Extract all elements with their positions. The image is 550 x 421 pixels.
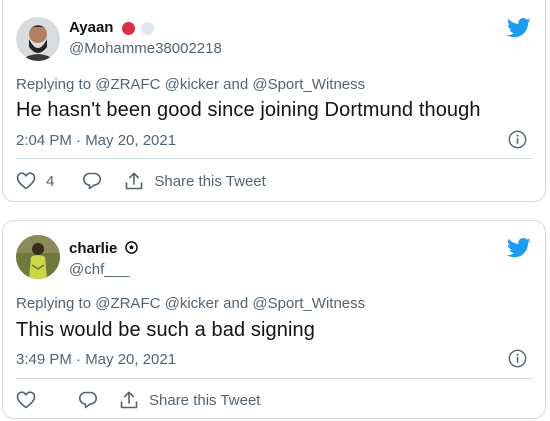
like-button[interactable] xyxy=(16,391,46,409)
heart-icon xyxy=(16,172,36,190)
share-icon xyxy=(126,172,143,190)
tweet-card[interactable]: charlie @chf___ Replying to @ZRAFC @kick… xyxy=(2,220,546,419)
red-circle-emoji xyxy=(121,21,135,35)
share-label: Share this Tweet xyxy=(149,391,261,409)
info-icon[interactable] xyxy=(508,130,527,149)
football-emoji xyxy=(124,241,138,254)
tweet-text: He hasn't been good since joining Dortmu… xyxy=(16,99,481,121)
action-bar: 4 Share this Tweet xyxy=(16,170,266,192)
reply-button[interactable] xyxy=(78,390,98,410)
avatar[interactable] xyxy=(16,17,60,61)
timestamp[interactable]: 2:04 PM · May 20, 2021 xyxy=(16,132,176,149)
share-label: Share this Tweet xyxy=(154,172,266,190)
user-handle[interactable]: @chf___ xyxy=(69,261,129,278)
divider xyxy=(16,158,532,159)
heart-icon xyxy=(16,391,36,409)
share-icon xyxy=(120,391,138,409)
avatar[interactable] xyxy=(16,235,60,279)
twitter-bird-icon[interactable] xyxy=(507,238,531,258)
replying-to[interactable]: Replying to @ZRAFC @kicker and @Sport_Wi… xyxy=(16,295,365,312)
info-icon[interactable] xyxy=(508,349,527,368)
action-bar: Share this Tweet xyxy=(16,389,260,411)
like-count: 4 xyxy=(46,172,55,190)
white-circle-emoji xyxy=(140,21,154,35)
divider xyxy=(16,378,532,379)
share-button[interactable]: Share this Tweet xyxy=(119,390,260,410)
user-name[interactable]: charlie xyxy=(69,240,138,257)
share-button[interactable]: Share this Tweet xyxy=(124,171,266,191)
like-button[interactable]: 4 xyxy=(16,172,54,190)
replying-to[interactable]: Replying to @ZRAFC @kicker and @Sport_Wi… xyxy=(16,76,365,93)
comment-icon xyxy=(79,391,97,409)
reply-button[interactable] xyxy=(82,171,102,191)
comment-icon xyxy=(83,172,102,190)
tweet-text: This would be such a bad signing xyxy=(16,319,315,341)
timestamp[interactable]: 3:49 PM · May 20, 2021 xyxy=(16,351,176,368)
twitter-bird-icon[interactable] xyxy=(507,18,531,38)
user-handle[interactable]: @Mohamme38002218 xyxy=(69,40,222,57)
tweet-card[interactable]: Ayaan @Mohamme38002218 Replying to @ZRAF… xyxy=(2,0,546,202)
user-name[interactable]: Ayaan xyxy=(69,19,154,36)
